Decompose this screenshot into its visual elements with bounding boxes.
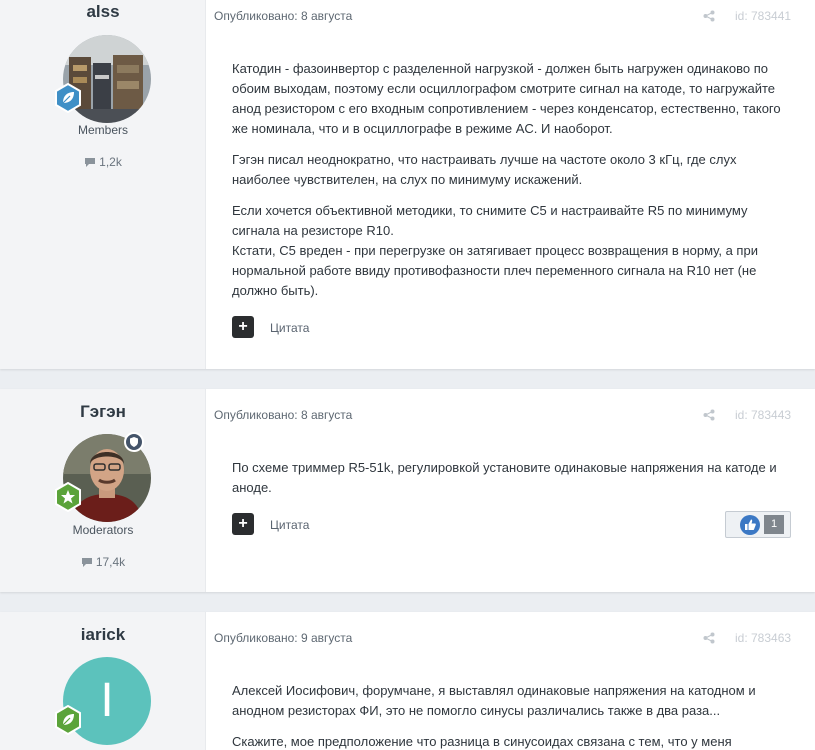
post-content: Алексей Иосифович, форумчане, я выставля… (232, 681, 792, 750)
post-paragraph: Если хочется объективной методики, то сн… (232, 203, 748, 238)
post-alss: alss Members 1,2k Опубликовано: 8 август… (0, 0, 815, 369)
reaction-like[interactable]: 1 (725, 511, 791, 538)
plus-icon: + (238, 515, 248, 532)
post-paragraph: Катодин - фазоинвертор с разделенной наг… (232, 61, 781, 136)
author-name[interactable]: iarick (0, 625, 206, 645)
post-id[interactable]: id: 783443 (735, 408, 791, 422)
post-paragraph: Алексей Иосифович, форумчане, я выставля… (232, 683, 756, 718)
post-count[interactable]: 1,2k (0, 155, 206, 169)
post-count-value: 1,2k (99, 155, 122, 169)
author-panel: iarick I (0, 612, 206, 750)
multiquote-plus-button[interactable]: + (232, 513, 254, 535)
author-name[interactable]: alss (0, 2, 206, 22)
plus-icon: + (238, 318, 248, 335)
share-icon[interactable] (703, 409, 715, 421)
author-panel: Гэгэн Moderators 17,4k (0, 389, 206, 592)
member-group: Members (77, 123, 128, 137)
leaf-badge-icon (55, 705, 81, 735)
multiquote-plus-button[interactable]: + (232, 316, 254, 338)
published-date[interactable]: Опубликовано: 8 августа (214, 408, 352, 422)
published-date[interactable]: Опубликовано: 8 августа (214, 9, 352, 23)
author-name[interactable]: Гэгэн (0, 402, 206, 422)
share-icon[interactable] (703, 10, 715, 22)
star-badge-icon (55, 482, 81, 512)
share-icon[interactable] (703, 632, 715, 644)
quote-button[interactable]: Цитата (270, 518, 309, 532)
comment-icon (85, 158, 96, 167)
post-paragraph: Гэгэн писал неоднократно, что настраиват… (232, 152, 737, 187)
quote-button[interactable]: Цитата (270, 321, 309, 335)
post-paragraph: Скажите, мое предположение что разница в… (232, 734, 732, 749)
post-count-value: 17,4k (95, 555, 126, 569)
post-paragraph: По схеме триммер R5-51k, регулировкой ус… (232, 460, 777, 495)
post-gegen: Гэгэн Moderators 17,4k Опубликовано: 8 а… (0, 389, 815, 592)
post-content: Катодин - фазоинвертор с разделенной наг… (232, 59, 792, 301)
member-group: Moderators (72, 523, 134, 537)
comment-icon (81, 558, 92, 567)
post-id[interactable]: id: 783441 (735, 9, 791, 23)
post-iarick: iarick I Опубликовано: 9 августа id: 783… (0, 612, 815, 750)
author-panel: alss Members 1,2k (0, 0, 206, 369)
post-count[interactable]: 17,4k (0, 555, 206, 569)
post-paragraph: Кстати, С5 вреден - при перегрузке он за… (232, 243, 758, 298)
post-id[interactable]: id: 783463 (735, 631, 791, 645)
like-icon (740, 515, 760, 535)
published-date[interactable]: Опубликовано: 9 августа (214, 631, 352, 645)
leaf-badge-icon (55, 83, 81, 113)
post-content: По схеме триммер R5-51k, регулировкой ус… (232, 458, 792, 509)
reaction-count: 1 (764, 515, 784, 534)
moderator-shield-icon (124, 432, 144, 452)
